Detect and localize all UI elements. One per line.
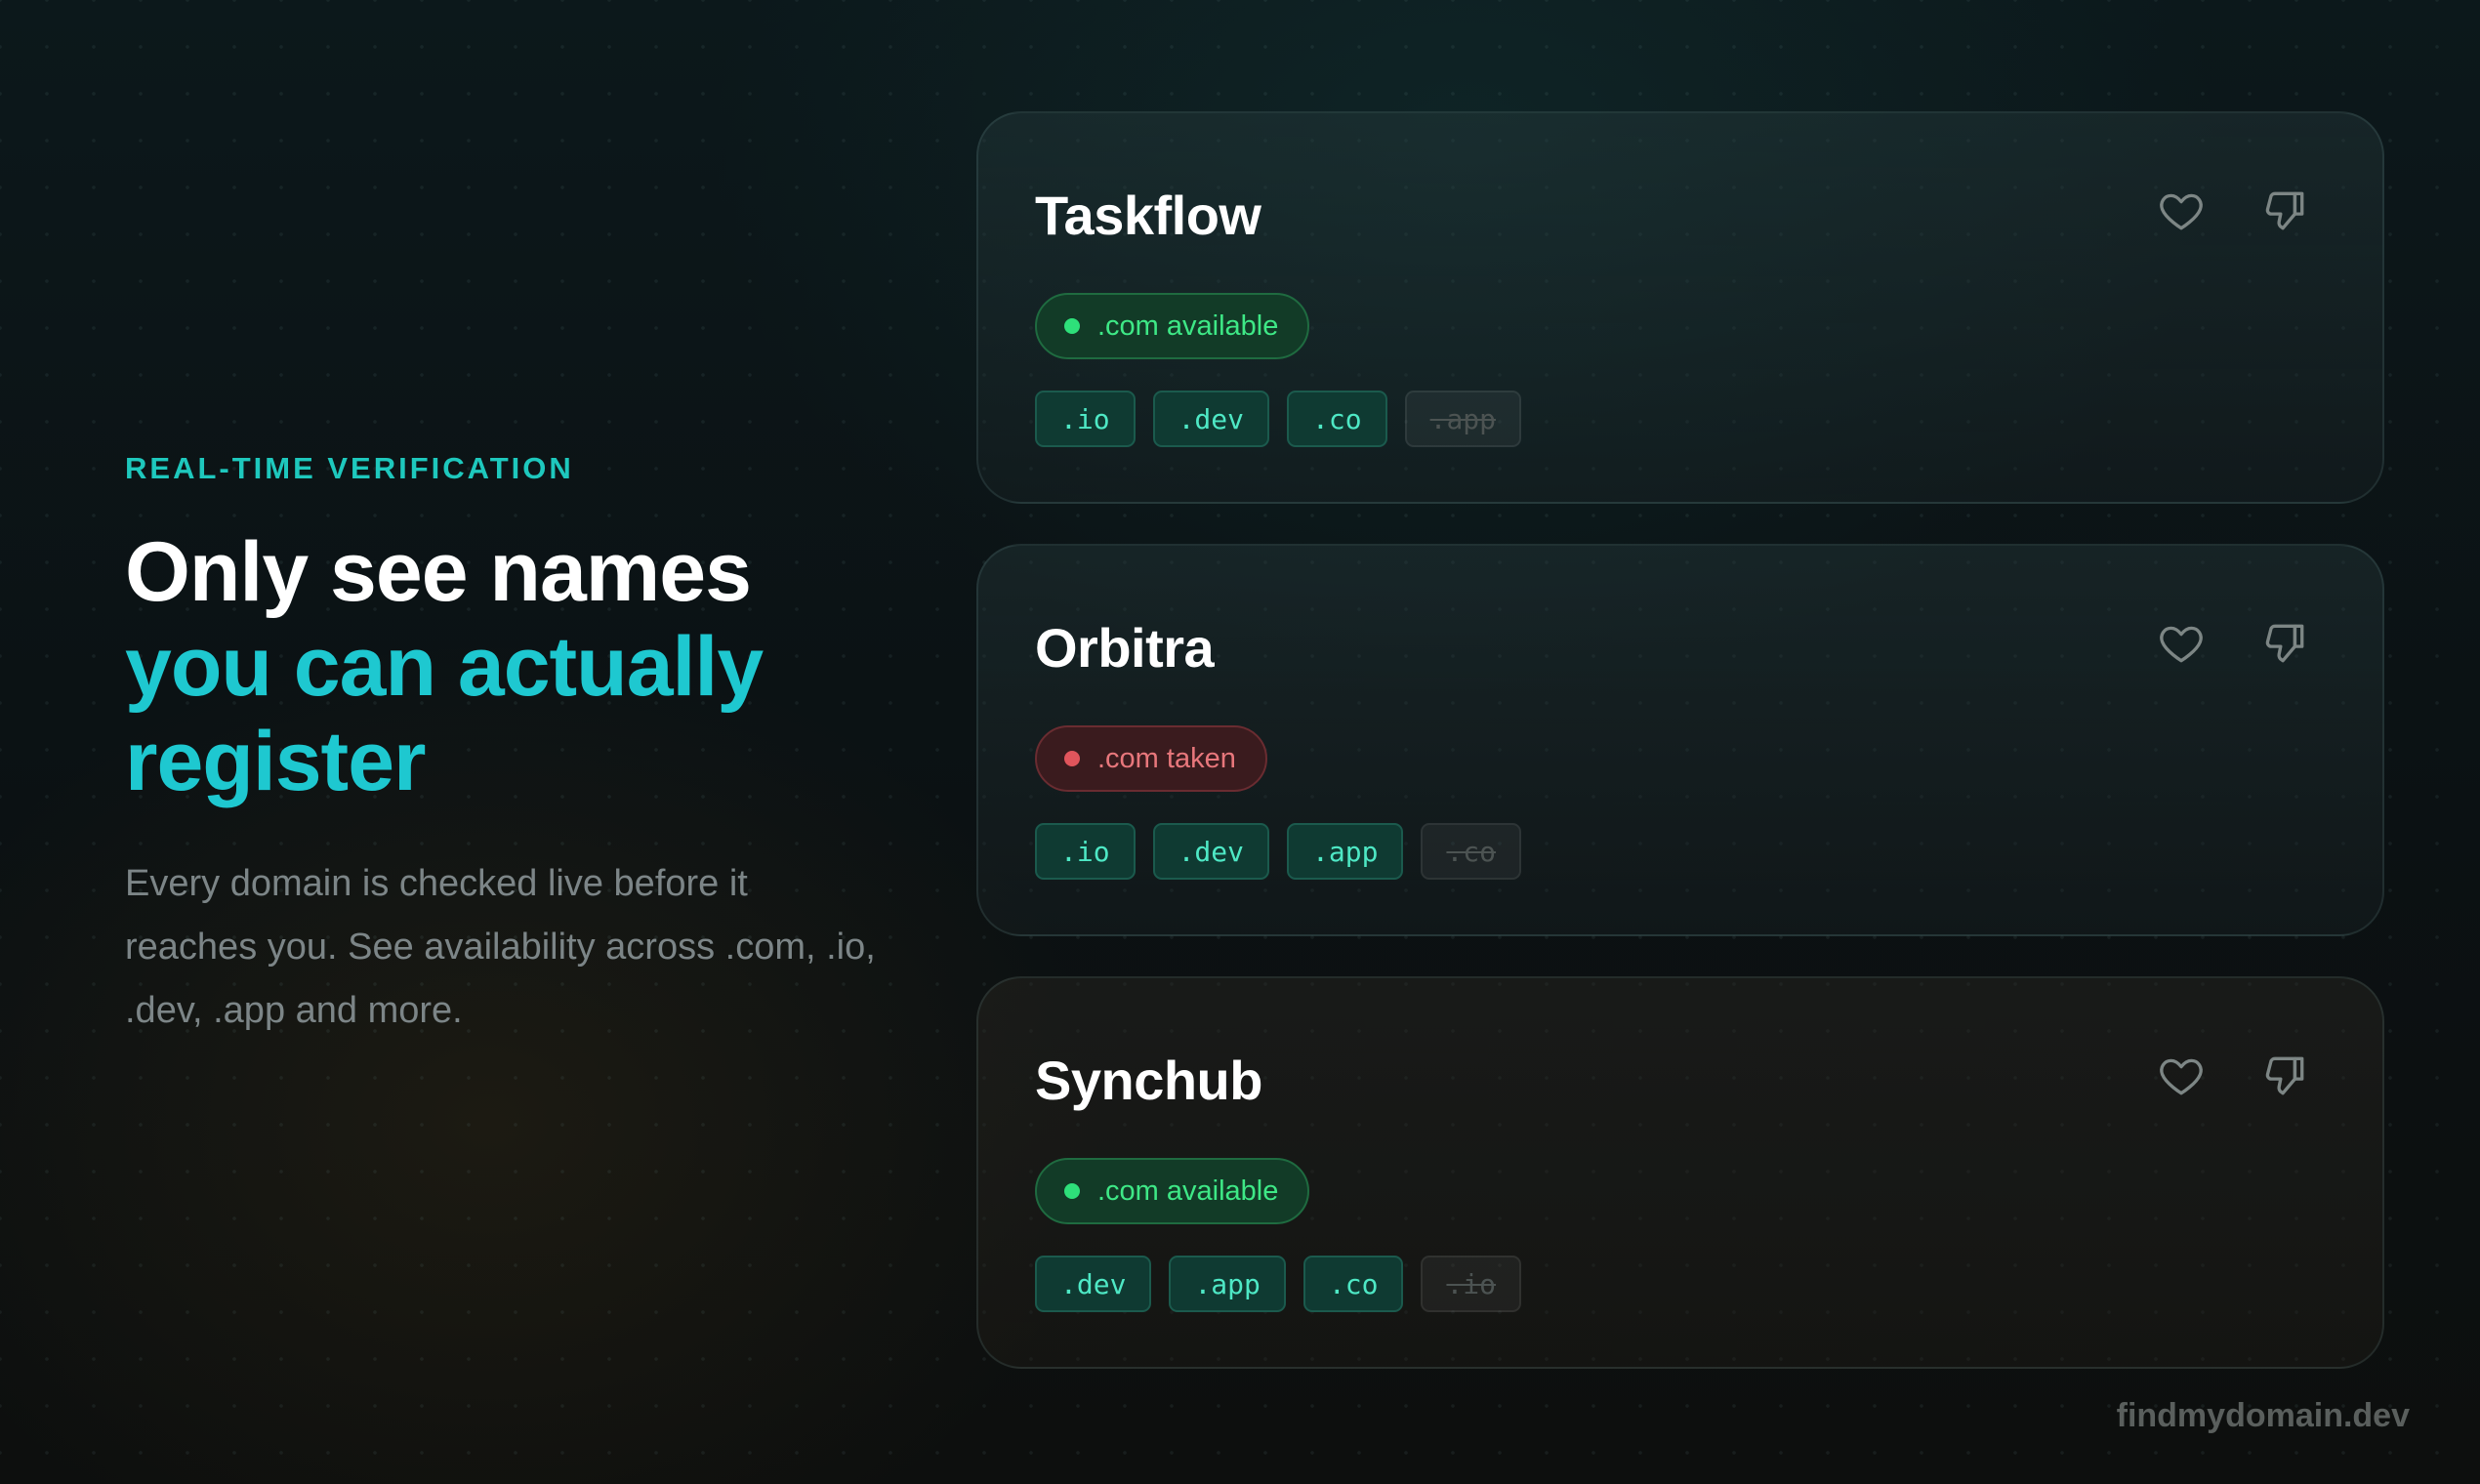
domain-card: Synchub .com available .dev .app .co .io [976,976,2384,1369]
status-label: .com taken [1097,742,1236,774]
heart-icon[interactable] [2154,1049,2209,1103]
brand-watermark: findmydomain.dev [2116,1397,2410,1434]
domain-name: Orbitra [1035,617,1215,679]
headline-line-2: you can actually [125,620,764,714]
tld-chip[interactable]: .app [1404,391,1522,447]
headline-line-3: register [125,715,427,808]
tld-list: .dev .app .co .io [1035,1256,1522,1312]
com-status-badge: .com available [1035,1158,1310,1224]
com-status-badge: .com taken [1035,725,1267,792]
eyebrow-label: REAL-TIME VERIFICATION [125,451,574,485]
tld-chip[interactable]: .io [1035,823,1136,880]
domain-name: Synchub [1035,1050,1262,1111]
thumbs-down-icon[interactable] [2257,1049,2312,1103]
card-actions [2154,184,2312,238]
heart-icon[interactable] [2154,184,2209,238]
headline: Only see names you can actually register [125,525,887,809]
tld-chip[interactable]: .app [1287,823,1404,880]
heart-icon[interactable] [2154,616,2209,671]
tld-chip[interactable]: .co [1287,391,1387,447]
status-dot-icon [1064,1183,1080,1199]
tld-chip[interactable]: .io [1035,391,1136,447]
status-label: .com available [1097,309,1279,342]
thumbs-down-icon[interactable] [2257,184,2312,238]
headline-line-1: Only see names [125,525,752,619]
status-dot-icon [1064,318,1080,334]
hero-description: Every domain is checked live before it r… [125,863,876,1031]
domain-name: Taskflow [1035,185,1261,246]
tld-chip[interactable]: .co [1421,823,1522,880]
tld-list: .io .dev .app .co [1035,823,1522,880]
com-status-badge: .com available [1035,293,1310,359]
tld-chip[interactable]: .dev [1035,1256,1152,1312]
tld-chip[interactable]: .dev [1152,391,1270,447]
card-actions [2154,616,2312,671]
card-actions [2154,1049,2312,1103]
tld-chip[interactable]: .io [1421,1256,1522,1312]
status-dot-icon [1064,751,1080,766]
tld-chip[interactable]: .app [1169,1256,1286,1312]
domain-card: Orbitra .com taken .io .dev .app .co [976,544,2384,936]
tld-chip[interactable]: .dev [1152,823,1270,880]
thumbs-down-icon[interactable] [2257,616,2312,671]
domain-card: Taskflow .com available .io .dev .co .app [976,111,2384,504]
status-label: .com available [1097,1175,1279,1207]
hero-section: REAL-TIME VERIFICATION Only see names yo… [125,451,887,1080]
tld-list: .io .dev .co .app [1035,391,1522,447]
tld-chip[interactable]: .co [1302,1256,1404,1312]
